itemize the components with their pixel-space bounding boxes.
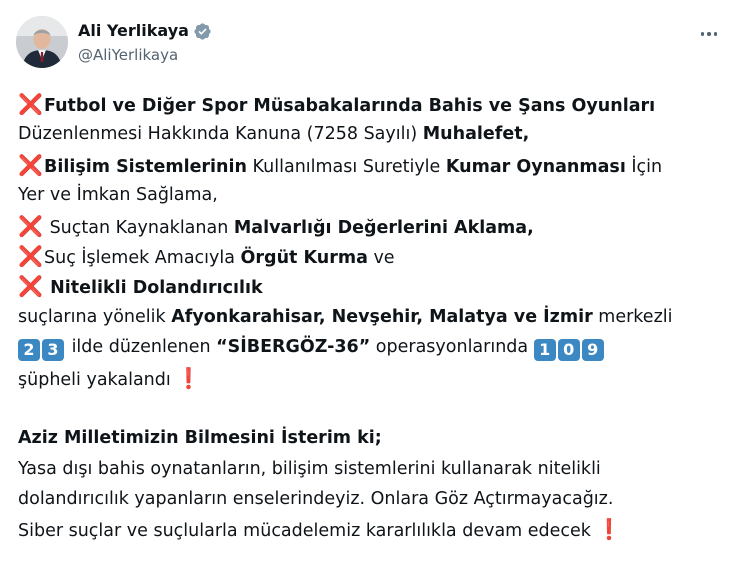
keycap-digit-icon: 0 bbox=[557, 339, 580, 362]
text-segment: dolandırıcılık yapanların enselerindeyiz… bbox=[18, 489, 614, 510]
cross-mark-icon: ❌ bbox=[18, 274, 43, 299]
text-segment: Kumar Oynanması bbox=[445, 156, 626, 177]
text-segment: merkezli bbox=[592, 306, 673, 327]
text-segment: şüpheli yakalandı bbox=[18, 369, 177, 390]
tweet: Ali Yerlikaya @AliYerlikaya ❌Futbol ve D… bbox=[0, 0, 739, 562]
cross-mark-icon: ❌ bbox=[18, 213, 43, 238]
author-handle[interactable]: @AliYerlikaya bbox=[78, 44, 212, 66]
exclamation-icon: ❗ bbox=[596, 517, 622, 542]
exclamation-icon: ❗ bbox=[176, 365, 202, 390]
text-segment: Suç İşlemek Amacıyla bbox=[44, 247, 241, 268]
keycap-digit-icon: 1 bbox=[533, 339, 556, 362]
text-segment: Muhalefet, bbox=[422, 124, 530, 145]
text-segment: Kullanılması Suretiyle bbox=[246, 156, 446, 177]
text-segment: Örgüt Kurma bbox=[240, 247, 368, 268]
text-segment: “SİBERGÖZ-36” bbox=[216, 337, 371, 358]
text-segment: Nitelikli Dolandırıcılık bbox=[44, 278, 263, 299]
text-segment: İçin bbox=[625, 156, 663, 177]
tweet-text: ❌Futbol ve Diğer Spor Müsabakalarında Ba… bbox=[18, 89, 718, 545]
text-segment: Yer ve İmkan Sağlama, bbox=[18, 185, 218, 206]
author-block: Ali Yerlikaya @AliYerlikaya bbox=[78, 20, 212, 66]
verified-badge-icon bbox=[193, 22, 212, 41]
keycap-digit-icon: 3 bbox=[42, 339, 64, 362]
text-segment: suçlarına yönelik bbox=[18, 306, 172, 327]
text-segment: Aziz Milletimizin Bilmesini İsterim ki; bbox=[18, 428, 382, 449]
more-options-icon[interactable] bbox=[695, 24, 723, 44]
text-segment: operasyonlarında bbox=[370, 337, 534, 358]
cross-mark-icon: ❌ bbox=[18, 243, 43, 268]
avatar[interactable] bbox=[16, 16, 68, 68]
keycap-digit-icon: 2 bbox=[18, 339, 40, 362]
cross-mark-icon: ❌ bbox=[18, 92, 43, 116]
text-segment: Siber suçlar ve suçlularla mücadelemiz k… bbox=[18, 521, 597, 542]
text-segment: Afyonkarahisar, Nevşehir, Malatya ve İzm… bbox=[171, 306, 593, 327]
text-segment: Bilişim Sistemlerinin bbox=[44, 156, 247, 177]
author-name[interactable]: Ali Yerlikaya bbox=[78, 20, 189, 42]
text-segment: Malvarlığı Değerlerini Aklama, bbox=[233, 217, 534, 238]
text-segment: Düzenlenmesi Hakkında Kanuna (7258 Sayıl… bbox=[18, 124, 423, 145]
text-segment: ve bbox=[367, 247, 395, 268]
text-segment: Suçtan Kaynaklanan bbox=[44, 217, 234, 238]
tweet-header: Ali Yerlikaya @AliYerlikaya bbox=[16, 12, 723, 72]
text-segment: Futbol ve Diğer Spor Müsabakalarında Bah… bbox=[44, 96, 656, 116]
cross-mark-icon: ❌ bbox=[18, 152, 43, 177]
text-segment: ilde düzenlenen bbox=[66, 337, 217, 358]
text-segment: Yasa dışı bahis oynatanların, bilişim si… bbox=[18, 458, 601, 479]
keycap-digit-icon: 9 bbox=[581, 339, 604, 362]
